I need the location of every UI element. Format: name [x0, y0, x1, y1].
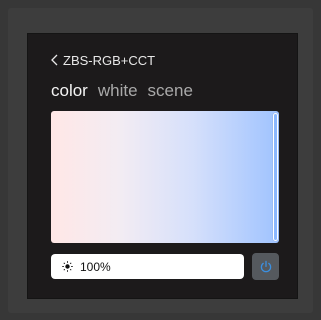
power-button[interactable]	[252, 253, 279, 280]
mode-tabs: color white scene	[51, 81, 193, 101]
back-chevron-icon[interactable]	[50, 54, 59, 66]
brightness-slider[interactable]: 100%	[51, 254, 244, 279]
back-nav[interactable]: ZBS-RGB+CCT	[50, 51, 155, 69]
color-picker-handle[interactable]	[273, 113, 278, 241]
brightness-value: 100%	[80, 259, 111, 274]
power-icon	[260, 260, 271, 272]
tab-scene[interactable]: scene	[148, 81, 193, 101]
sun-icon	[62, 261, 73, 272]
color-temperature-picker[interactable]	[51, 111, 279, 243]
tab-color[interactable]: color	[51, 81, 88, 101]
control-screen: ZBS-RGB+CCT color white scene 100%	[27, 33, 298, 299]
tab-white[interactable]: white	[98, 81, 138, 101]
device-title: ZBS-RGB+CCT	[63, 52, 156, 68]
